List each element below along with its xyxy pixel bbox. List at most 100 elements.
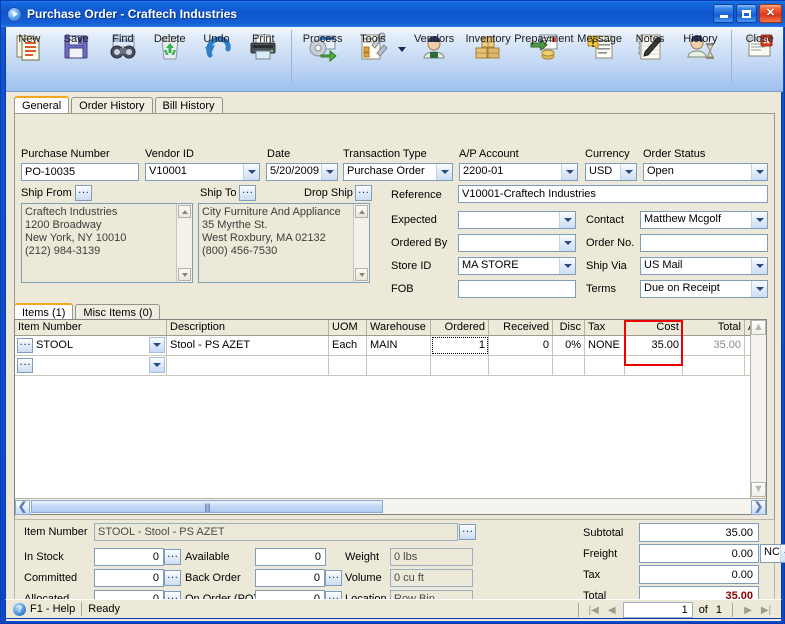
fob-input[interactable] <box>458 280 576 298</box>
grid-col-disc[interactable]: Disc <box>553 320 585 335</box>
grid-col-uom[interactable]: UOM <box>329 320 367 335</box>
back-order-input[interactable]: 0 <box>255 569 325 587</box>
cell-tax[interactable] <box>585 356 625 375</box>
drop-ship-lookup-button[interactable]: … <box>355 183 372 201</box>
cell-cost[interactable] <box>625 356 683 375</box>
store-id-combo[interactable]: MA STORE <box>458 257 576 275</box>
scroll-up-icon[interactable]: ▲ <box>751 320 766 335</box>
close-button[interactable]: ✕ <box>759 4 782 23</box>
weight-input[interactable]: 0 lbs <box>390 548 473 566</box>
grid-col-item-number[interactable]: Item Number <box>15 320 167 335</box>
toolbar-button-undo[interactable]: Undo <box>193 27 240 89</box>
tab-bill-history[interactable]: Bill History <box>154 97 223 114</box>
toolbar-button-vendors[interactable]: Vendors <box>407 27 461 89</box>
cell-received[interactable]: 0 <box>489 336 553 355</box>
volume-input[interactable]: 0 cu ft <box>390 569 473 587</box>
grid-col-cost[interactable]: Cost <box>625 320 683 335</box>
tab-general[interactable]: General <box>14 96 70 114</box>
maximize-button[interactable] <box>736 4 757 23</box>
toolbar-button-new[interactable]: New <box>6 27 53 89</box>
grid-col-tax[interactable]: Tax <box>585 320 625 335</box>
chevron-down-icon[interactable] <box>149 337 165 353</box>
ship-to-scrollbar[interactable] <box>353 204 369 282</box>
freight-code-combo[interactable]: NC <box>760 544 785 563</box>
purchase-number-input[interactable]: PO-10035 <box>21 163 139 181</box>
scroll-down-icon[interactable]: ▼ <box>751 482 766 497</box>
in-stock-input[interactable]: 0 <box>94 548 164 566</box>
chevron-down-icon[interactable] <box>396 27 407 89</box>
cell-ordered[interactable] <box>431 356 489 375</box>
ship-from-lookup-button[interactable]: … <box>75 183 92 201</box>
ship-to-address[interactable]: City Furniture And Appliance 35 Myrthe S… <box>198 203 370 283</box>
cell-uom[interactable]: Each <box>329 336 367 355</box>
cell-item-number[interactable]: … STOOL <box>15 336 167 355</box>
cell-received[interactable] <box>489 356 553 375</box>
reference-input[interactable]: V10001-Craftech Industries <box>458 185 768 203</box>
toolbar-button-notes[interactable]: Notes <box>627 27 674 89</box>
grid-col-received[interactable]: Received <box>489 320 553 335</box>
toolbar-button-history[interactable]: History <box>673 27 727 89</box>
ordered-by-combo[interactable] <box>458 234 576 252</box>
contact-combo[interactable]: Matthew Mcgolf <box>640 211 768 229</box>
expected-combo[interactable] <box>458 211 576 229</box>
terms-combo[interactable]: Due on Receipt <box>640 280 768 298</box>
ship-from-scrollbar[interactable] <box>176 204 192 282</box>
toolbar-button-inventory[interactable]: Inventory <box>461 27 515 89</box>
table-row[interactable]: … <box>15 356 766 376</box>
toolbar-button-message[interactable]: Message <box>573 27 627 89</box>
cell-disc[interactable] <box>553 356 585 375</box>
current-record-input[interactable]: 1 <box>622 602 693 618</box>
chevron-down-icon[interactable] <box>149 357 165 373</box>
vendor-id-combo[interactable]: V10001 <box>145 163 260 181</box>
cell-warehouse[interactable]: MAIN <box>367 336 431 355</box>
detail-item-number-input[interactable]: STOOL - Stool - PS AZET <box>94 523 458 541</box>
cell-tax[interactable]: NONE <box>585 336 625 355</box>
tab-order-history[interactable]: Order History <box>71 97 153 114</box>
committed-input[interactable]: 0 <box>94 569 164 587</box>
grid-col-ordered[interactable]: Ordered <box>431 320 489 335</box>
next-record-icon[interactable]: ▶ <box>739 602 757 618</box>
toolbar-button-prepayment[interactable]: Prepayment <box>514 27 574 89</box>
last-record-icon[interactable]: ▶| <box>757 602 775 618</box>
cell-cost[interactable]: 35.00 <box>625 336 683 355</box>
cell-item-number[interactable]: … <box>15 356 167 375</box>
grid-vertical-scrollbar[interactable]: ▲ ▼ <box>750 320 766 514</box>
grid-horizontal-scrollbar[interactable]: ❮ |||| ❯ <box>15 498 766 515</box>
minimize-button[interactable] <box>713 4 734 23</box>
detail-item-lookup-button[interactable]: … <box>459 522 476 540</box>
cell-warehouse[interactable] <box>367 356 431 375</box>
ship-via-combo[interactable]: US Mail <box>640 257 768 275</box>
scroll-right-icon[interactable]: ❯ <box>751 500 766 515</box>
toolbar-button-save[interactable]: Save <box>53 27 100 89</box>
freight-value[interactable]: 0.00 <box>639 544 759 563</box>
table-row[interactable]: … STOOL Stool - PS AZET Each MAIN 1 0 0%… <box>15 336 766 356</box>
ap-account-combo[interactable]: 2200-01 <box>459 163 578 181</box>
toolbar-button-process[interactable]: Process <box>296 27 350 89</box>
ship-from-address[interactable]: Craftech Industries 1200 Broadway New Yo… <box>21 203 193 283</box>
grid-col-total[interactable]: Total <box>683 320 745 335</box>
toolbar-button-close[interactable]: Close <box>736 27 783 89</box>
row-lookup-button[interactable]: … <box>17 336 33 353</box>
toolbar-button-print[interactable]: Print <box>240 27 287 89</box>
scroll-left-icon[interactable]: ❮ <box>15 500 30 515</box>
available-input[interactable]: 0 <box>255 548 326 566</box>
toolbar-button-tools[interactable]: Tools <box>350 27 397 89</box>
cell-ordered[interactable]: 1 <box>431 336 489 355</box>
order-no-input[interactable] <box>640 234 768 252</box>
help-icon[interactable]: ? <box>13 602 26 616</box>
row-lookup-button[interactable]: … <box>17 356 33 373</box>
cell-description[interactable] <box>167 356 329 375</box>
cell-description[interactable]: Stool - PS AZET <box>167 336 329 355</box>
tax-value[interactable]: 0.00 <box>639 565 759 584</box>
date-combo[interactable]: 5/20/2009 <box>266 163 338 181</box>
previous-record-icon[interactable]: ◀ <box>603 602 621 618</box>
in-stock-lookup-button[interactable]: … <box>164 547 181 565</box>
currency-combo[interactable]: USD <box>585 163 637 181</box>
cell-uom[interactable] <box>329 356 367 375</box>
toolbar-button-find[interactable]: Find <box>100 27 147 89</box>
order-status-combo[interactable]: Open <box>643 163 768 181</box>
horizontal-scroll-thumb[interactable]: |||| <box>31 500 383 513</box>
grid-col-warehouse[interactable]: Warehouse <box>367 320 431 335</box>
back-order-lookup-button[interactable]: … <box>325 568 342 586</box>
toolbar-button-delete[interactable]: Delete <box>146 27 193 89</box>
